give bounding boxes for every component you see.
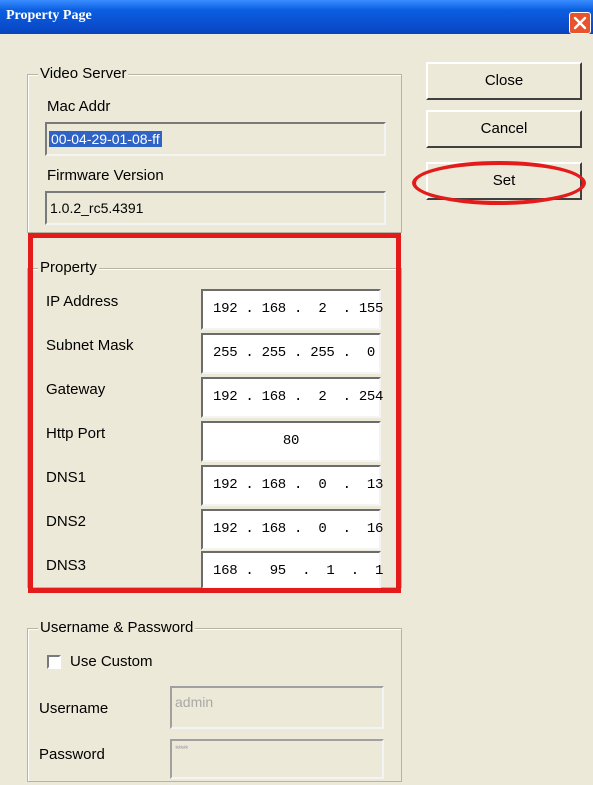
ip-address-input[interactable]: 192 . 168 . 2 . 155 — [201, 289, 384, 330]
dns3-value: 168 . 95 . 1 . 1 — [213, 563, 384, 579]
subnet-mask-label: Subnet Mask — [46, 337, 134, 354]
username-value: admin — [175, 694, 214, 710]
credentials-legend: Username & Password — [38, 619, 196, 636]
dns3-input[interactable]: 168 . 95 . 1 . 1 — [201, 551, 384, 589]
ip-address-value: 192 . 168 . 2 . 155 — [213, 301, 384, 317]
window-title: Property Page — [6, 8, 92, 23]
gateway-value: 192 . 168 . 2 . 254 — [213, 389, 384, 405]
ip-address-label: IP Address — [46, 293, 119, 310]
dns1-value: 192 . 168 . 0 . 13 — [213, 477, 384, 493]
password-label: Password — [39, 746, 105, 763]
property-legend: Property — [38, 259, 99, 276]
password-value: ***** — [175, 744, 188, 754]
dns2-value: 192 . 168 . 0 . 16 — [213, 521, 384, 537]
mac-addr-field[interactable]: 00-04-29-01-08-ff — [45, 122, 386, 156]
title-bar[interactable]: Property Page — [0, 0, 593, 34]
dns1-input[interactable]: 192 . 168 . 0 . 13 — [201, 465, 384, 506]
mac-addr-value: 00-04-29-01-08-ff — [49, 131, 162, 147]
cancel-button[interactable]: Cancel — [426, 110, 582, 148]
dns2-input[interactable]: 192 . 168 . 0 . 16 — [201, 509, 384, 550]
close-icon — [573, 16, 587, 30]
mac-addr-label: Mac Addr — [47, 98, 111, 115]
subnet-mask-value: 255 . 255 . 255 . 0 — [213, 345, 376, 361]
http-port-value: 80 — [282, 433, 300, 449]
set-button[interactable]: Set — [426, 162, 582, 200]
gateway-label: Gateway — [46, 381, 106, 398]
firmware-version-field[interactable]: 1.0.2_rc5.4391 — [45, 191, 386, 225]
subnet-mask-input[interactable]: 255 . 255 . 255 . 0 — [201, 333, 381, 374]
window-close-button[interactable] — [569, 12, 591, 34]
username-label: Username — [39, 700, 109, 717]
http-port-label: Http Port — [46, 425, 106, 442]
firmware-version-label: Firmware Version — [47, 167, 164, 184]
dns1-label: DNS1 — [46, 469, 87, 486]
dns3-label: DNS3 — [46, 557, 87, 574]
password-input[interactable]: ***** — [170, 739, 384, 779]
close-button[interactable]: Close — [426, 62, 582, 100]
firmware-version-value: 1.0.2_rc5.4391 — [50, 200, 144, 216]
use-custom-label: Use Custom — [70, 653, 153, 670]
username-input[interactable]: admin — [170, 686, 384, 729]
use-custom-checkbox[interactable] — [47, 655, 61, 669]
video-server-legend: Video Server — [38, 65, 129, 82]
property-page-window: Property Page Video Server Mac Addr 00-0… — [0, 0, 593, 785]
gateway-input[interactable]: 192 . 168 . 2 . 254 — [201, 377, 384, 418]
http-port-input[interactable]: 80 — [201, 421, 381, 462]
dns2-label: DNS2 — [46, 513, 87, 530]
